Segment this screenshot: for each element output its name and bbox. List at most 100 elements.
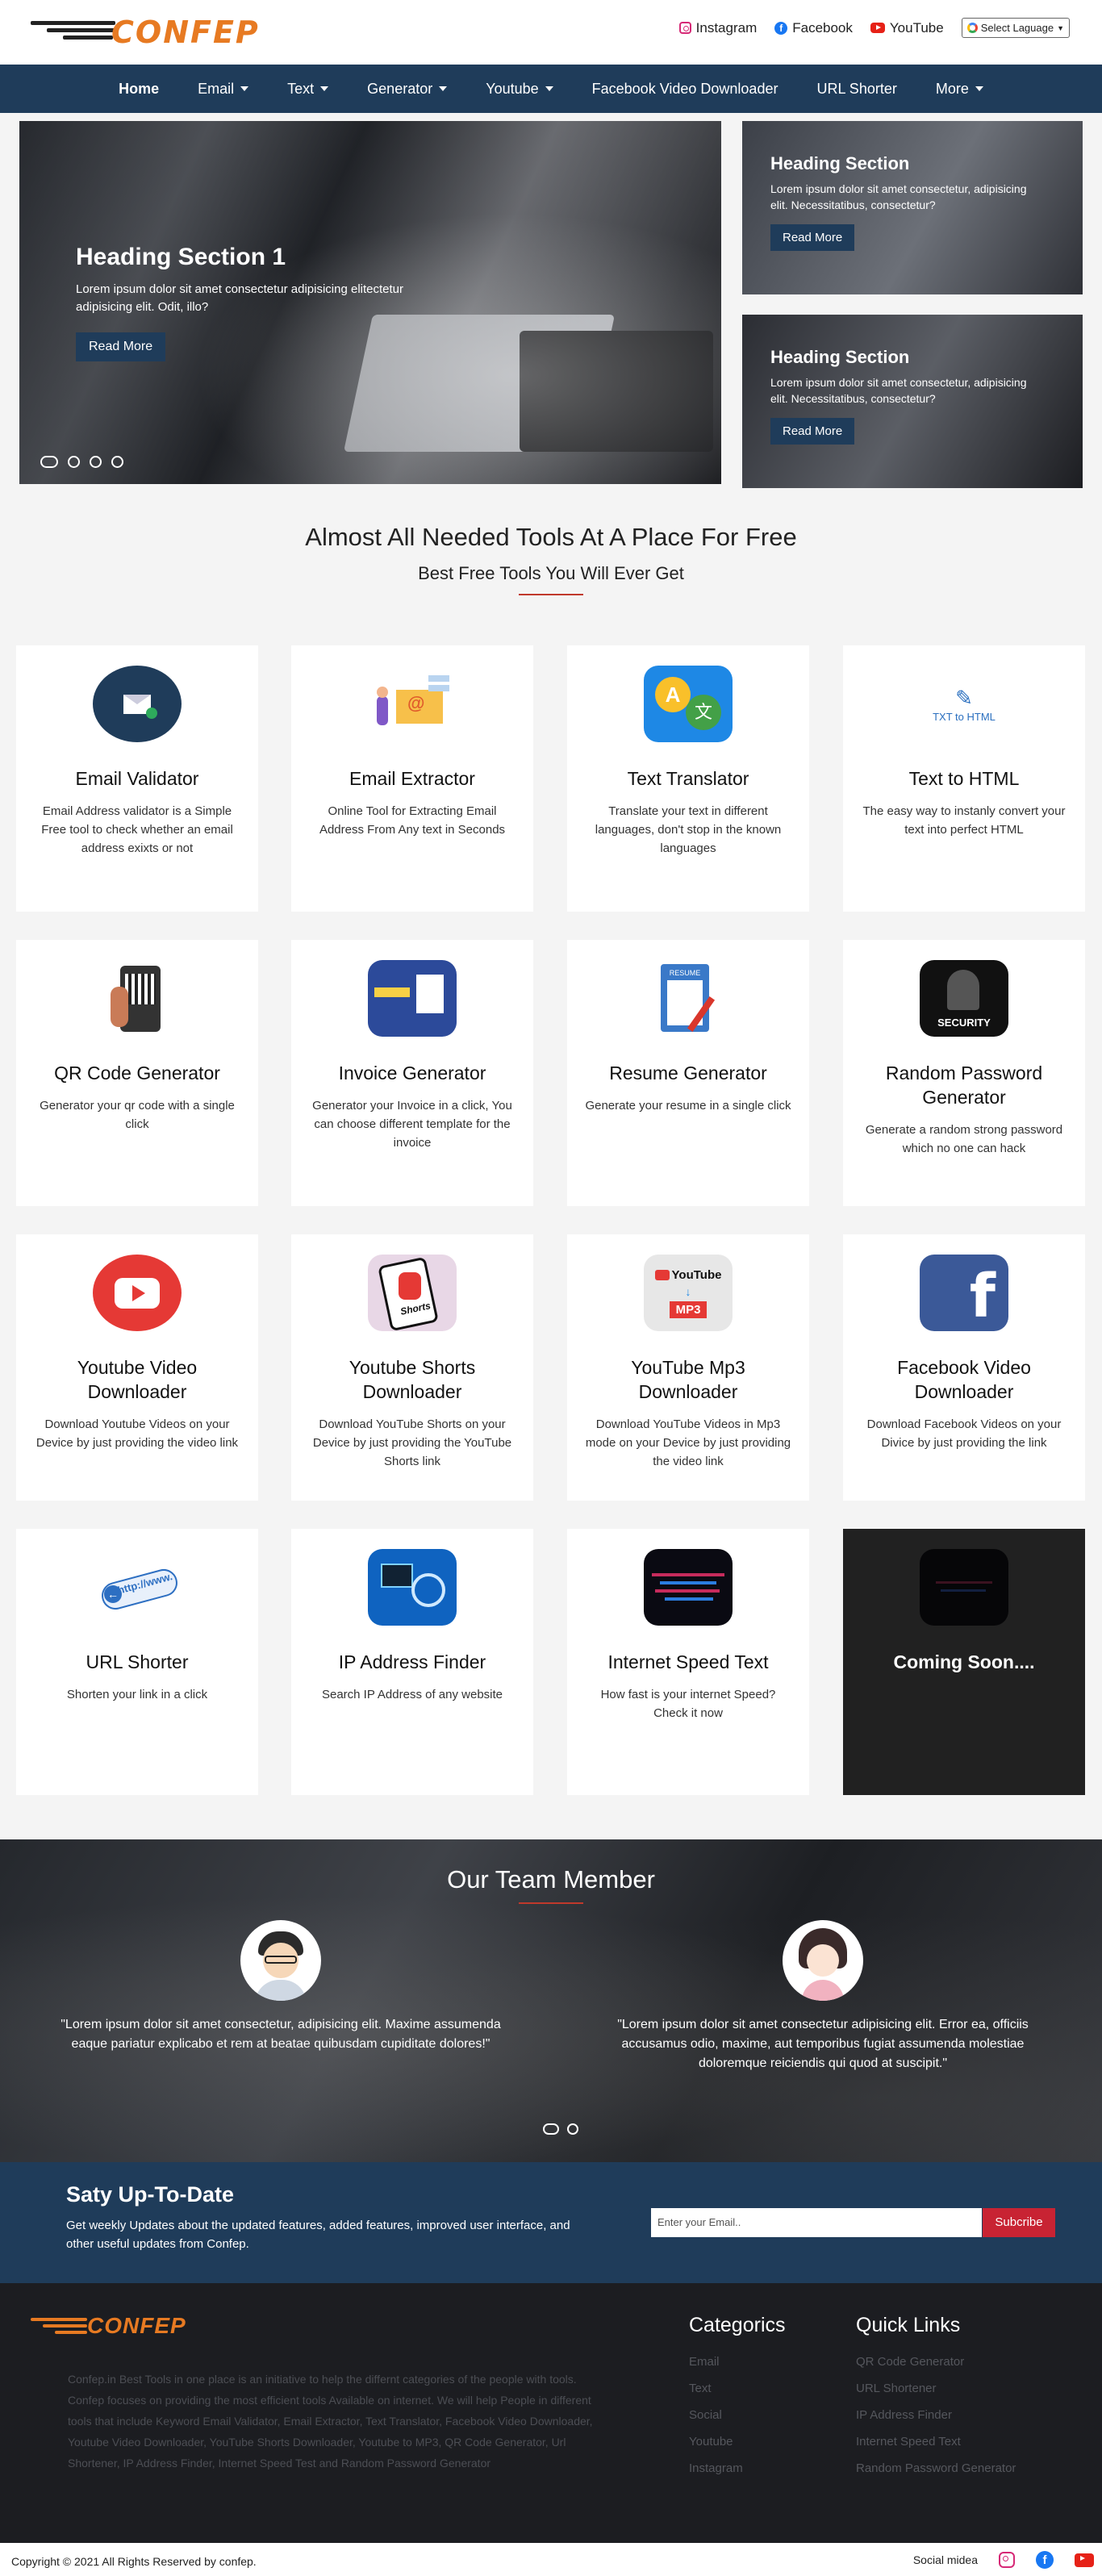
hero-carousel[interactable]: Heading Section 1 Lorem ipsum dolor sit … xyxy=(19,121,721,484)
newsletter-text: Get weekly Updates about the updated fea… xyxy=(66,2219,570,2251)
tool-card-url-shorter[interactable]: http://www. ← URL Shorter Shorten your l… xyxy=(16,1529,258,1795)
footer-logo[interactable]: CONFEP xyxy=(31,2313,208,2345)
nav-home[interactable]: Home xyxy=(99,81,178,98)
nav-facebook-video-downloader[interactable]: Facebook Video Downloader xyxy=(573,81,798,98)
footer-link[interactable]: IP Address Finder xyxy=(856,2408,1016,2422)
tool-card-facebook-video-downloader[interactable]: f Facebook Video Downloader Download Fac… xyxy=(843,1234,1085,1501)
subscribe-button[interactable]: Subcribe xyxy=(983,2208,1055,2237)
newsletter-section: Saty Up-To-Date Get weekly Updates about… xyxy=(0,2162,1102,2283)
side-card-read-more-button[interactable]: Read More xyxy=(770,224,855,251)
facebook-icon[interactable]: f xyxy=(1036,2551,1054,2569)
nav-more[interactable]: More xyxy=(916,81,1003,98)
tool-desc: How fast is your internet Speed? Check i… xyxy=(600,1688,776,1720)
logo-stripes xyxy=(31,2318,87,2337)
side-card-2: Heading Section Lorem ipsum dolor sit am… xyxy=(742,315,1083,488)
youtube-icon[interactable] xyxy=(1075,2553,1094,2567)
facebook-link[interactable]: f Facebook xyxy=(774,20,853,36)
instagram-link[interactable]: Instagram xyxy=(678,20,757,36)
nav-text[interactable]: Text xyxy=(268,81,348,98)
footer-link[interactable]: Instagram xyxy=(689,2461,786,2475)
side-card-caption: Heading Section Lorem ipsum dolor sit am… xyxy=(770,153,1045,251)
caret-down-icon xyxy=(439,86,448,91)
tool-desc: Search IP Address of any website xyxy=(321,1688,503,1701)
tool-card-email-extractor[interactable]: @ Email Extractor Online Tool for Extrac… xyxy=(291,645,533,912)
side-card-text: Lorem ipsum dolor sit amet consectetur, … xyxy=(770,182,1027,211)
carousel-dot[interactable] xyxy=(567,2123,578,2135)
tool-card-email-validator[interactable]: Email Validator Email Address validator … xyxy=(16,645,258,912)
footer-quick-title: Quick Links xyxy=(856,2314,961,2336)
youtube-play-icon xyxy=(93,1255,182,1331)
nav-generator[interactable]: Generator xyxy=(348,81,466,98)
email-extractor-icon: @ xyxy=(368,666,457,742)
caret-down-icon xyxy=(320,86,329,91)
logo-text: CONFEP xyxy=(111,15,260,50)
side-card-read-more-button[interactable]: Read More xyxy=(770,418,855,445)
email-field[interactable]: Enter your Email.. xyxy=(651,2208,982,2237)
resume-icon: RESUME xyxy=(644,960,733,1037)
tool-card-invoice-generator[interactable]: Invoice Generator Generator your Invoice… xyxy=(291,940,533,1206)
tool-title: Internet Speed Text xyxy=(607,1651,769,1672)
copyright-text: Copyright © 2021 All Rights Reserved by … xyxy=(11,2555,257,2568)
tool-card-youtube-mp3-downloader[interactable]: YouTube ↓ MP3 YouTube Mp3 Downloader Dow… xyxy=(567,1234,809,1501)
nav-email[interactable]: Email xyxy=(178,81,268,98)
footer-link[interactable]: Random Password Generator xyxy=(856,2461,1016,2475)
hero-caption: Heading Section 1 Lorem ipsum dolor sit … xyxy=(76,244,447,361)
caret-down-icon xyxy=(545,86,553,91)
tool-card-coming-soon: Coming Soon.... xyxy=(843,1529,1085,1795)
tool-card-youtube-shorts-downloader[interactable]: Shorts Youtube Shorts Downloader Downloa… xyxy=(291,1234,533,1501)
team-section: Our Team Member "Lorem ipsum dolor sit a… xyxy=(0,1839,1102,2162)
language-select[interactable]: Select Laguage ▼ xyxy=(961,18,1070,38)
url-icon: http://www. ← xyxy=(93,1549,182,1626)
nav-youtube[interactable]: Youtube xyxy=(466,81,572,98)
logo-stripes xyxy=(31,21,119,45)
nav-home-label: Home xyxy=(119,80,160,97)
hero-title: Heading Section 1 xyxy=(76,244,286,270)
footer-link[interactable]: Email xyxy=(689,2355,786,2369)
team-title: Our Team Member xyxy=(447,1865,655,1893)
tool-card-youtube-video-downloader[interactable]: Youtube Video Downloader Download Youtub… xyxy=(16,1234,258,1501)
footer-link[interactable]: Social xyxy=(689,2408,786,2422)
footer-link[interactable]: Text xyxy=(689,2382,786,2395)
footer-link[interactable]: URL Shortener xyxy=(856,2382,1016,2395)
footer-link[interactable]: Internet Speed Text xyxy=(856,2435,1016,2449)
carousel-dot[interactable] xyxy=(111,456,123,468)
email-validator-icon xyxy=(93,666,182,742)
tool-title: Youtube Shorts Downloader xyxy=(349,1357,476,1402)
instagram-icon[interactable] xyxy=(999,2552,1015,2568)
tool-card-ip-address-finder[interactable]: IP Address Finder Search IP Address of a… xyxy=(291,1529,533,1795)
text-to-html-icon-label: TXT to HTML xyxy=(933,710,996,723)
qr-code-icon xyxy=(93,960,182,1037)
youtube-mp3-icon: YouTube ↓ MP3 xyxy=(644,1255,733,1331)
facebook-icon: f xyxy=(774,21,788,35)
hero-read-more-button[interactable]: Read More xyxy=(76,332,166,361)
caret-down-icon xyxy=(975,86,983,91)
tool-desc: Generator your Invoice in a click, You c… xyxy=(312,1099,512,1150)
tool-card-text-to-html[interactable]: ✎ TXT to HTML Text to HTML The easy way … xyxy=(843,645,1085,912)
carousel-dot[interactable] xyxy=(543,2123,559,2135)
tool-card-internet-speed[interactable]: Internet Speed Text How fast is your int… xyxy=(567,1529,809,1795)
tool-card-qr-code-generator[interactable]: QR Code Generator Generator your qr code… xyxy=(16,940,258,1206)
carousel-dot[interactable] xyxy=(90,456,102,468)
tool-card-text-translator[interactable]: A 文 Text Translator Translate your text … xyxy=(567,645,809,912)
footer-link[interactable]: QR Code Generator xyxy=(856,2355,1016,2369)
footer-categories-title: Categorics xyxy=(689,2314,786,2336)
hero-section: Heading Section 1 Lorem ipsum dolor sit … xyxy=(0,113,1102,488)
carousel-dot[interactable] xyxy=(68,456,80,468)
tool-card-resume-generator[interactable]: RESUME Resume Generator Generate your re… xyxy=(567,940,809,1206)
tool-desc: Download YouTube Shorts on your Device b… xyxy=(312,1417,512,1468)
site-logo[interactable]: CONFEP xyxy=(31,15,258,52)
side-card-title: Heading Section xyxy=(770,347,910,367)
footer-categories: Categorics Email Text Social Youtube Ins… xyxy=(689,2314,786,2488)
youtube-link[interactable]: YouTube xyxy=(870,20,944,36)
carousel-dot[interactable] xyxy=(40,456,58,468)
footer-link[interactable]: Youtube xyxy=(689,2435,786,2449)
tool-title: Text Translator xyxy=(627,768,749,789)
tool-title: Facebook Video Downloader xyxy=(897,1357,1031,1402)
bottom-bar: Copyright © 2021 All Rights Reserved by … xyxy=(0,2543,1102,2576)
text-to-html-icon: ✎ TXT to HTML xyxy=(933,685,996,723)
tool-card-random-password-generator[interactable]: SECURITY Random Password Generator Gener… xyxy=(843,940,1085,1206)
avatar xyxy=(783,1920,863,2001)
google-translate-icon xyxy=(966,23,978,33)
tool-desc: Translate your text in different languag… xyxy=(595,804,782,855)
nav-url-shorter[interactable]: URL Shorter xyxy=(797,81,916,98)
